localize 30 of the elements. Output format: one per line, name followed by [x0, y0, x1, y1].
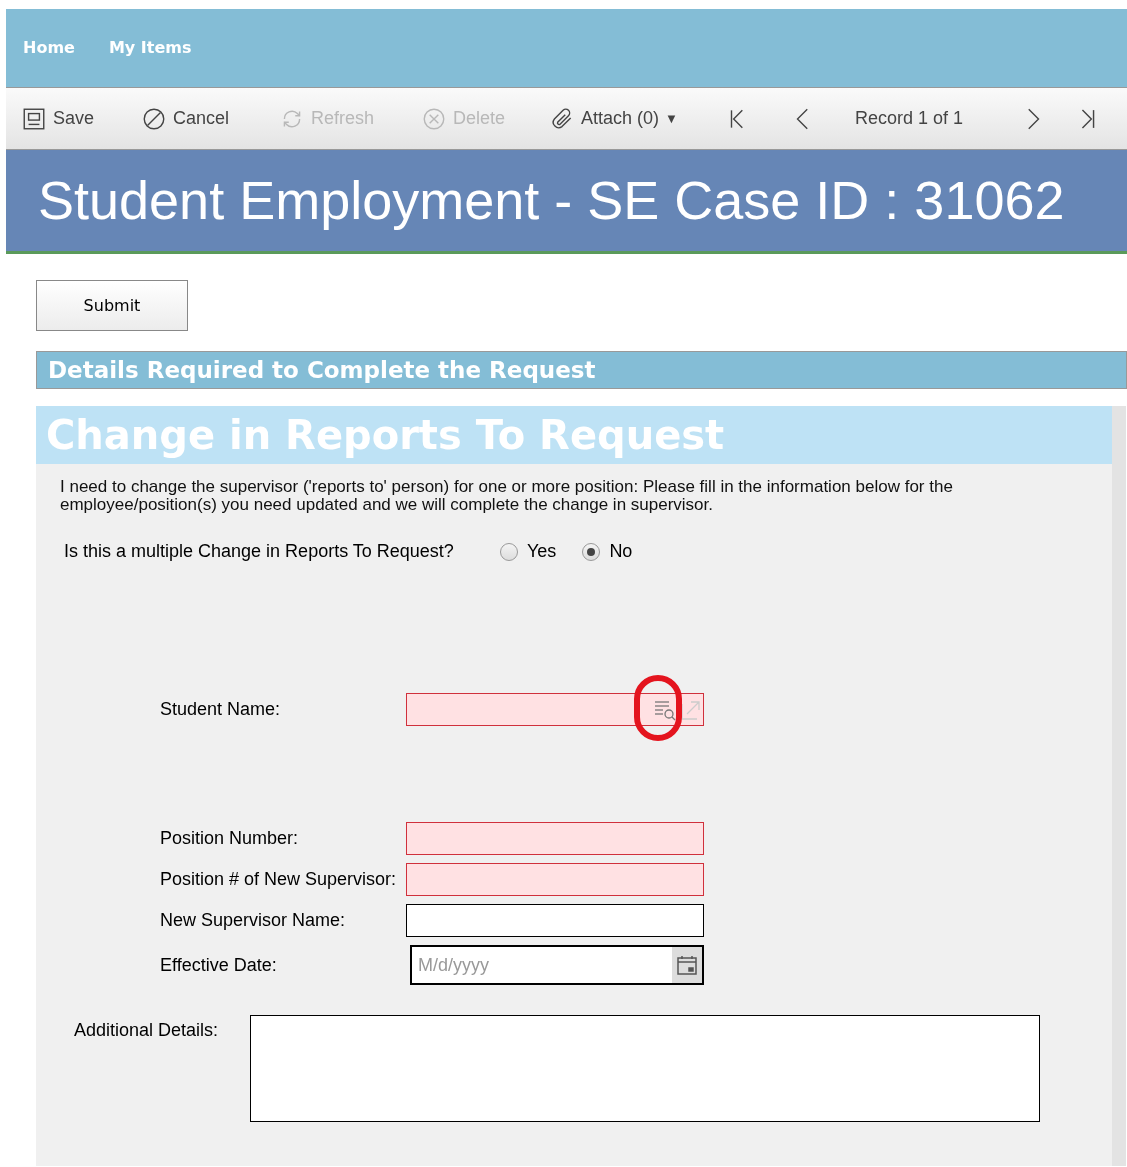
field-label: New Supervisor Name: — [160, 909, 347, 932]
date-field[interactable]: M/d/yyyy — [410, 945, 704, 985]
field-label: Effective Date: — [160, 953, 278, 977]
question-label: Is this a multiple Change in Reports To Request? — [64, 540, 455, 563]
record-counter[interactable]: Record 1 of 1 — [855, 105, 1019, 132]
intro-text: I need to change the supervisor ('reports to' person) for one or more position: Please fill in the information below for the employee/position(s) you need updated and we will complete the change in supervisor. — [59, 478, 954, 514]
field-label: Position # of New Supervisor: — [160, 868, 398, 891]
calendar-icon[interactable] — [672, 947, 702, 983]
input-field[interactable] — [406, 904, 704, 937]
page-title: Student Employment - SE Case ID : 31062 — [38, 169, 1065, 232]
section-header: Details Required to Complete the Request — [36, 351, 1127, 389]
additional-details-field[interactable] — [250, 1015, 1040, 1122]
lookup-field[interactable] — [406, 693, 704, 726]
radio-button[interactable] — [582, 542, 601, 561]
radio-option[interactable]: Yes — [500, 538, 557, 565]
input-field[interactable] — [406, 863, 704, 896]
date-input[interactable]: M/d/yyyy — [412, 951, 672, 979]
last-record-icon — [1081, 108, 1095, 129]
dropdown-caret-icon: ▼ — [665, 108, 678, 129]
radio-button[interactable] — [500, 542, 518, 561]
toolbar-button[interactable]: Save — [21, 105, 141, 132]
submit-button[interactable]: Submit — [36, 280, 188, 331]
form-title-bar: Change in Reports To Request — [36, 406, 1112, 464]
toolbar-button[interactable]: Attach (0) ▼ — [549, 105, 725, 132]
field-label: Student Name: — [160, 698, 282, 721]
input-field[interactable] — [406, 822, 704, 855]
radio-option[interactable]: No — [582, 538, 633, 565]
field-label: Additional Details: — [74, 1019, 220, 1042]
toolbar-button[interactable]: Cancel — [141, 105, 279, 132]
field-label: Position Number: — [160, 827, 300, 850]
